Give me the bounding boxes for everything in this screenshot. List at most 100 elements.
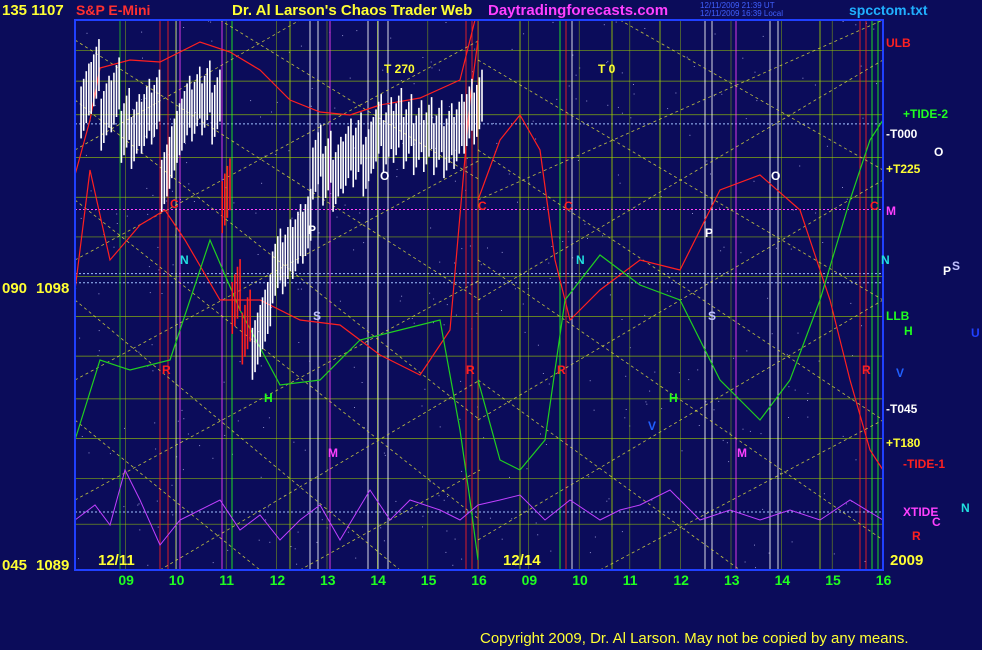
star [454, 180, 456, 182]
planet-p-outside: P [943, 264, 951, 278]
star [171, 484, 173, 486]
star [233, 202, 235, 204]
star [461, 470, 463, 472]
star [688, 379, 690, 381]
star [514, 288, 516, 290]
star [356, 30, 358, 32]
star [633, 84, 634, 85]
star [109, 453, 111, 455]
star [443, 499, 445, 501]
star [575, 98, 577, 100]
star [678, 372, 680, 374]
x-tick-day2: 09 [522, 572, 538, 588]
star [818, 360, 820, 362]
star [304, 449, 306, 451]
star [589, 380, 591, 382]
star [461, 248, 463, 250]
star [261, 182, 263, 184]
star [187, 433, 189, 435]
star [594, 536, 596, 538]
star [802, 77, 804, 79]
star [786, 354, 788, 356]
star [855, 24, 857, 26]
star [148, 266, 150, 268]
star [433, 298, 435, 300]
star [413, 322, 415, 324]
star [686, 56, 688, 58]
star [116, 213, 118, 215]
star [142, 57, 143, 59]
planet-label: H [264, 391, 273, 405]
star [199, 445, 201, 447]
chaos-trader-chart: 135 1107 S&P E-Mini Dr. Al Larson's Chao… [0, 0, 982, 650]
star [344, 204, 346, 206]
star [90, 190, 92, 192]
star [667, 532, 669, 534]
planet-label: H [669, 391, 678, 405]
planet-label: S [708, 309, 716, 323]
star [589, 552, 591, 554]
star [433, 322, 434, 324]
star [224, 435, 226, 436]
star [575, 74, 577, 76]
star [132, 108, 133, 110]
star [422, 526, 423, 528]
star [268, 417, 270, 419]
x-tick-day2: 11 [623, 572, 638, 588]
star [255, 212, 257, 214]
star [447, 496, 448, 498]
star [430, 61, 432, 63]
label-t0: T 0 [598, 62, 616, 76]
planet-label: N [881, 253, 890, 267]
star [714, 33, 716, 35]
star [532, 120, 534, 122]
star [693, 66, 695, 67]
star [522, 303, 524, 305]
year-label: 2009 [890, 552, 923, 569]
star [342, 35, 344, 37]
star [726, 442, 728, 444]
y-bottom-label: 045 [2, 557, 27, 574]
star [666, 290, 668, 292]
star [587, 238, 588, 239]
star [556, 98, 558, 100]
star [445, 551, 447, 553]
star [336, 216, 338, 218]
star [152, 194, 154, 196]
star [126, 215, 128, 217]
star [429, 481, 431, 483]
star [577, 160, 579, 161]
star [548, 383, 550, 385]
star [361, 382, 363, 383]
star [141, 31, 143, 33]
star [183, 27, 185, 28]
star [633, 93, 635, 95]
star [450, 158, 452, 160]
star [568, 231, 569, 233]
x-tick-day2: 15 [825, 572, 841, 588]
star [826, 145, 828, 147]
star [375, 161, 377, 163]
star [722, 439, 724, 441]
star [260, 116, 261, 118]
star [501, 538, 503, 540]
star [138, 503, 140, 505]
label-t180: +T180 [886, 436, 921, 450]
star [568, 85, 570, 87]
star [807, 416, 809, 418]
star [842, 435, 844, 437]
star [98, 350, 100, 352]
star [661, 408, 663, 410]
star [432, 117, 434, 119]
star [156, 500, 158, 502]
star [537, 344, 539, 346]
star [445, 22, 447, 23]
star [186, 162, 188, 164]
star [754, 544, 755, 546]
star [279, 280, 281, 282]
star [718, 400, 720, 402]
star [184, 143, 186, 145]
star [271, 111, 272, 113]
x-tick-day1: 16 [471, 572, 487, 588]
star [157, 526, 159, 528]
